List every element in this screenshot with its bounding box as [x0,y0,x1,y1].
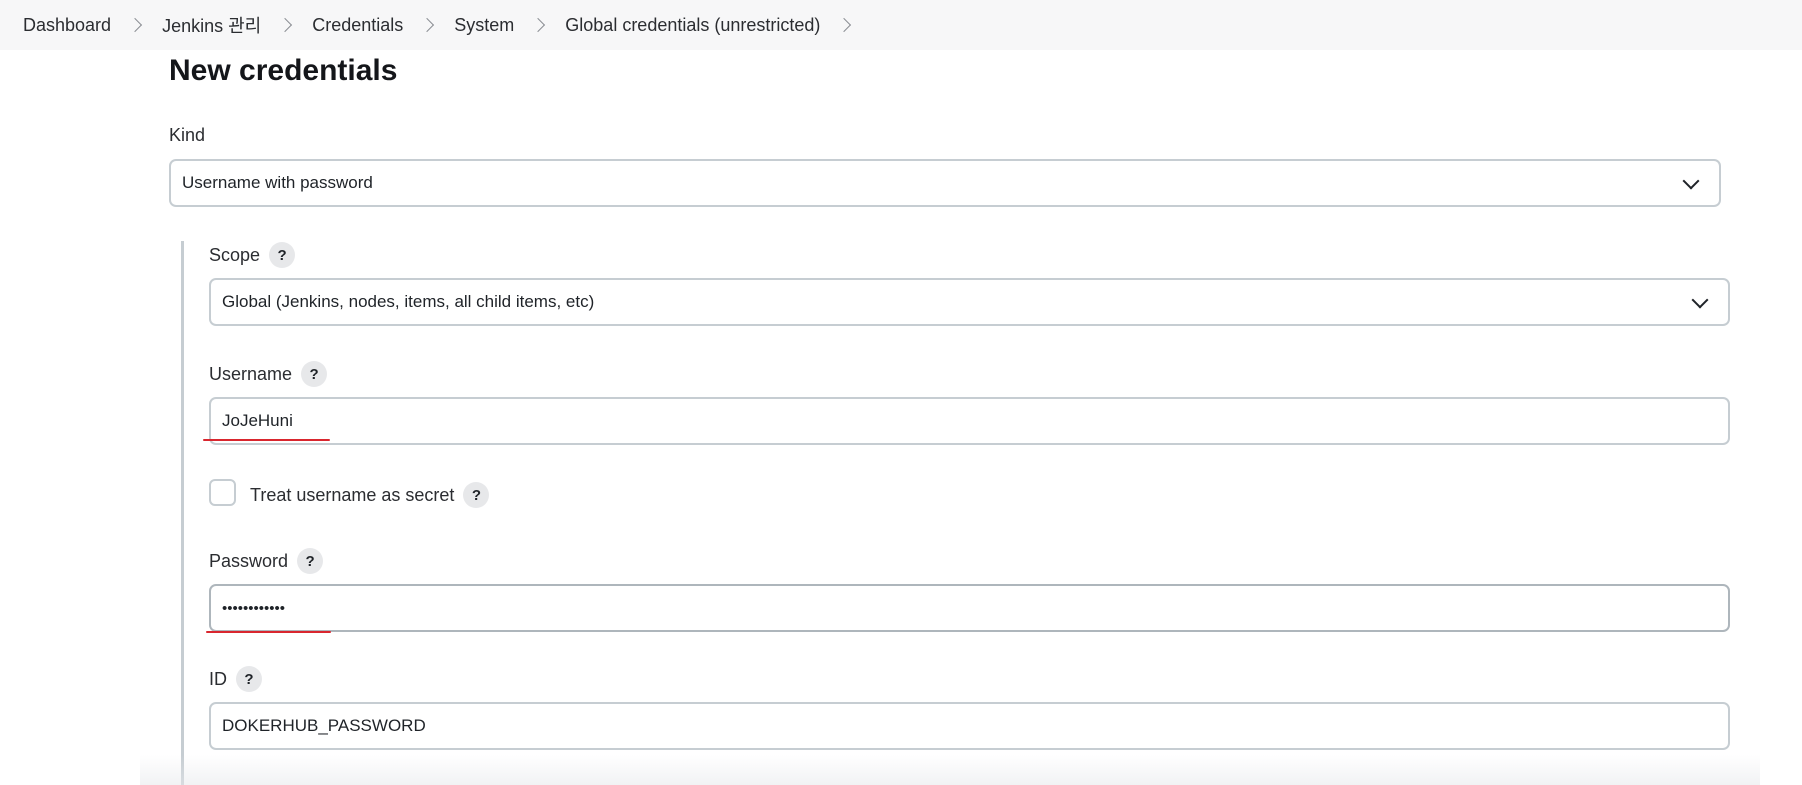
username-label: Username ? [209,361,328,387]
scope-select-value: Global (Jenkins, nodes, items, all child… [222,292,595,311]
help-icon[interactable]: ? [269,242,296,268]
section-divider [181,241,184,785]
treat-username-secret-text: Treat username as secret [250,484,455,505]
password-input-value: •••••••••••• [222,599,286,617]
scope-label: Scope ? [209,242,296,268]
annotation-underline [203,439,330,441]
chevron-down-icon [1682,172,1700,190]
kind-select-value: Username with password [182,173,373,192]
id-input[interactable]: DOKERHUB_PASSWORD [209,702,1730,750]
username-input-value: JoJeHuni [222,411,293,430]
password-input[interactable]: •••••••••••• [209,584,1730,632]
chevron-right-icon[interactable] [837,17,852,33]
chevron-right-icon [278,17,293,33]
breadcrumb: Dashboard Jenkins 관리 Credentials System … [0,0,1802,50]
kind-label: Kind [169,125,205,146]
username-input[interactable]: JoJeHuni [209,397,1730,445]
breadcrumb-global-credentials[interactable]: Global credentials (unrestricted) [565,15,820,36]
bottom-fade [140,755,1760,785]
breadcrumb-system[interactable]: System [454,15,514,36]
help-icon[interactable]: ? [236,666,262,692]
password-label-text: Password [209,550,289,571]
breadcrumb-jenkins-manage[interactable]: Jenkins 관리 [162,12,261,38]
kind-select[interactable]: Username with password [169,159,1721,207]
chevron-right-icon [531,17,546,33]
kind-label-text: Kind [169,125,206,145]
page-title: New credentials [169,54,398,87]
password-label: Password ? [209,548,324,574]
username-label-text: Username [209,363,293,384]
help-icon[interactable]: ? [463,482,490,508]
chevron-right-icon [420,17,435,33]
scope-label-text: Scope [209,244,261,265]
annotation-underline [206,631,331,633]
breadcrumb-credentials[interactable]: Credentials [312,15,403,36]
help-icon[interactable]: ? [301,361,328,387]
scope-select[interactable]: Global (Jenkins, nodes, items, all child… [209,278,1730,326]
chevron-down-icon [1691,291,1709,309]
id-label-text: ID [209,668,227,689]
treat-username-secret-label: Treat username as secret ? [250,482,490,508]
id-label: ID ? [209,666,262,692]
id-input-value: DOKERHUB_PASSWORD [222,716,426,735]
help-icon[interactable]: ? [297,548,324,574]
treat-username-secret-checkbox[interactable] [209,479,236,506]
chevron-right-icon [127,17,143,33]
breadcrumb-dashboard[interactable]: Dashboard [23,15,111,36]
